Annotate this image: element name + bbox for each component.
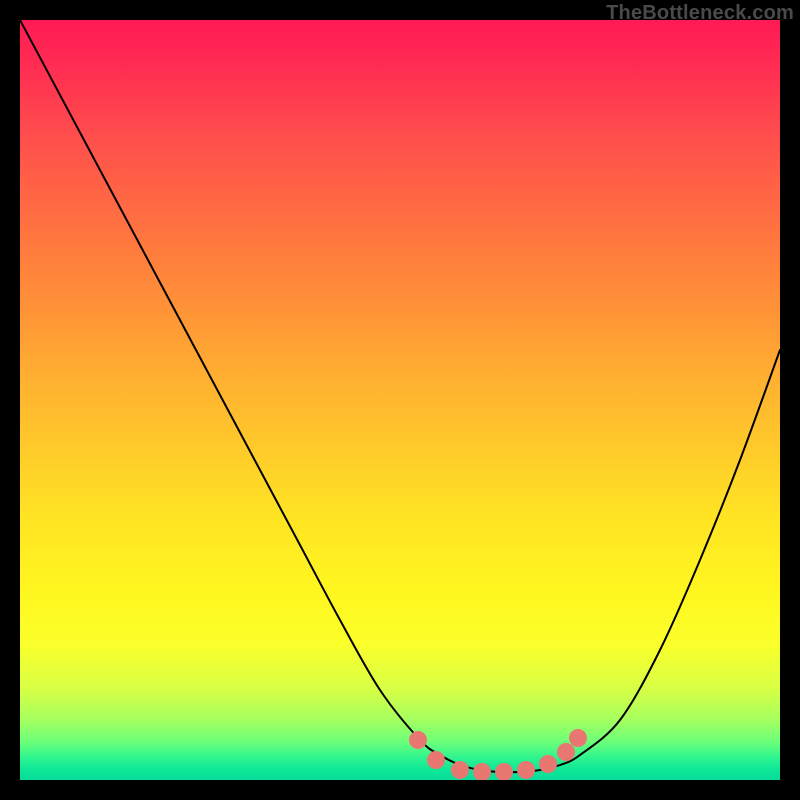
valley-dot: [427, 751, 445, 769]
valley-dot: [473, 763, 491, 780]
valley-dot: [569, 729, 587, 747]
plot-area: [20, 20, 780, 780]
valley-dot: [539, 755, 557, 773]
valley-dot: [517, 761, 535, 779]
valley-markers: [409, 729, 587, 780]
curve-layer: [20, 20, 780, 780]
chart-frame: TheBottleneck.com: [0, 0, 800, 800]
valley-dot: [409, 731, 427, 749]
valley-dot: [451, 761, 469, 779]
valley-dot: [557, 743, 575, 761]
valley-dot: [495, 763, 513, 780]
bottleneck-curve: [20, 20, 780, 772]
watermark-text: TheBottleneck.com: [606, 2, 794, 25]
